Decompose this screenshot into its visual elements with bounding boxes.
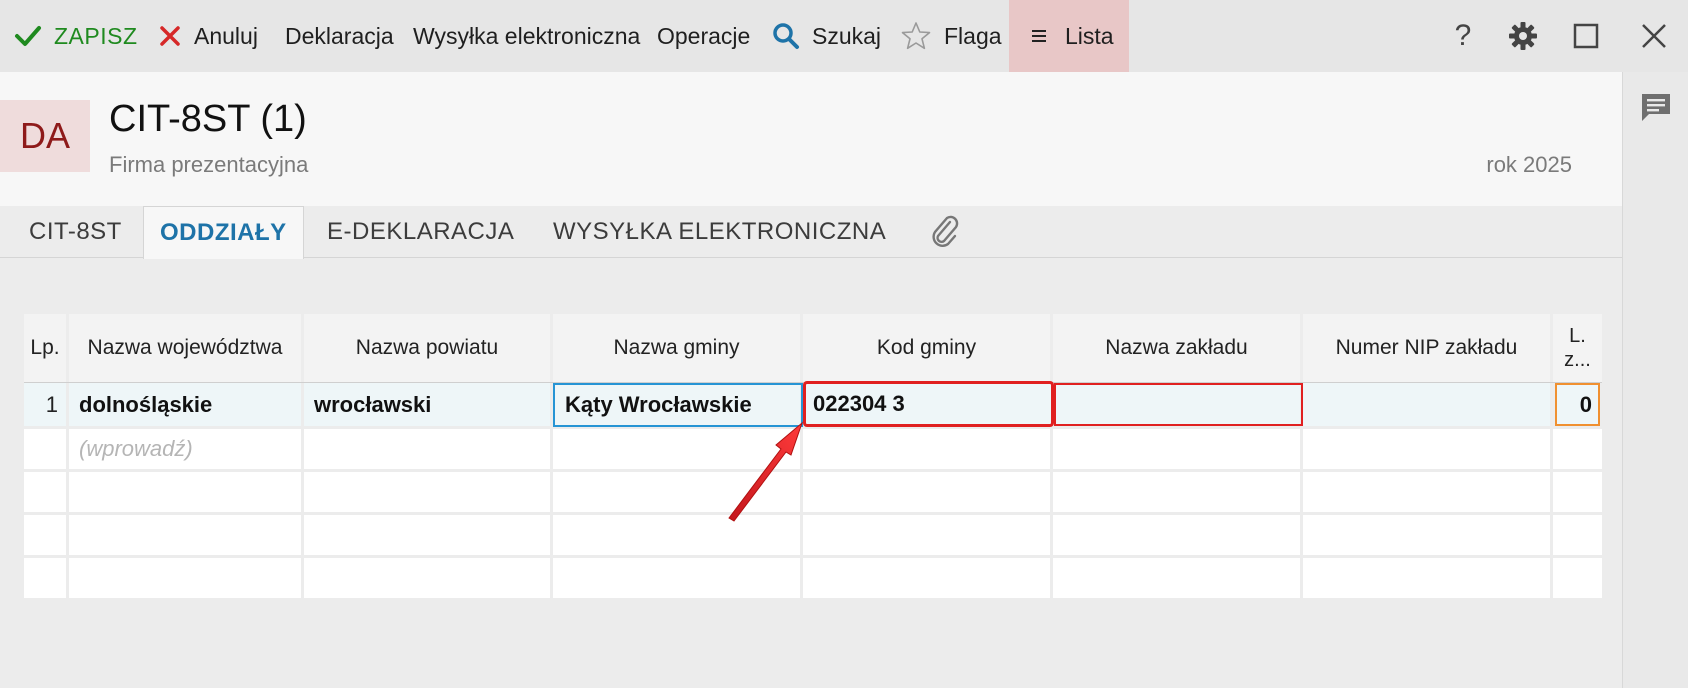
empty-cell	[1303, 515, 1553, 555]
new-row-cell[interactable]	[304, 429, 553, 469]
company-name: Firma prezentacyjna	[109, 152, 309, 177]
column-header-employees[interactable]: L. z...	[1553, 314, 1602, 382]
county-value: wrocławski	[314, 391, 432, 417]
empty-cell	[553, 558, 803, 598]
cell-commune-code[interactable]: 022304 3	[803, 381, 1054, 427]
column-header-voivodeship[interactable]: Nazwa województwa	[69, 314, 304, 382]
list-label: Lista	[1065, 22, 1114, 49]
empty-cell	[553, 472, 803, 512]
empty-cell	[1553, 515, 1602, 555]
cell-voivodeship[interactable]: dolnośląskie	[69, 383, 304, 426]
cancel-label: Anuluj	[194, 22, 258, 49]
tab-e-deklaracja[interactable]: E-DEKLARACJA	[327, 206, 514, 258]
empty-cell	[1553, 472, 1602, 512]
save-label: ZAPISZ	[54, 22, 138, 49]
empty-cell	[803, 515, 1053, 555]
comments-button[interactable]	[1639, 90, 1673, 124]
cell-commune[interactable]: Kąty Wrocławskie	[553, 383, 803, 427]
maximize-icon	[1573, 23, 1599, 49]
year-label: rok 2025	[1486, 152, 1572, 177]
commune-code-value: 022304 3	[813, 391, 905, 416]
empty-cell	[1303, 558, 1553, 598]
settings-button[interactable]	[1503, 0, 1543, 72]
new-row-input[interactable]: (wprowadź)	[69, 429, 304, 469]
cancel-button[interactable]: Anuluj	[158, 0, 258, 72]
e-send-menu[interactable]: Wysyłka elektroniczna	[413, 0, 640, 72]
new-row-placeholder: (wprowadź)	[79, 436, 193, 461]
new-row-cell[interactable]	[1053, 429, 1303, 469]
empty-cell	[803, 472, 1053, 512]
new-row-cell[interactable]	[1303, 429, 1553, 469]
empty-cell	[304, 472, 553, 512]
cell-plant-name[interactable]	[1054, 383, 1303, 426]
tab-cit-8st[interactable]: CIT-8ST	[29, 206, 122, 258]
attachment-button[interactable]	[928, 214, 964, 250]
employees-value: 0	[1579, 391, 1592, 417]
commune-value: Kąty Wrocławskie	[565, 392, 752, 417]
cell-plant-nip[interactable]	[1303, 383, 1553, 426]
paperclip-icon	[932, 215, 959, 247]
empty-cell	[803, 558, 1053, 598]
new-row-cell[interactable]	[803, 429, 1053, 469]
empty-cell	[1053, 472, 1303, 512]
column-header-lp[interactable]: Lp.	[24, 314, 69, 382]
search-label: Szukaj	[812, 22, 882, 49]
comment-icon	[1642, 94, 1670, 121]
help-button[interactable]: ?	[1443, 0, 1483, 72]
close-icon	[1642, 24, 1666, 48]
close-x-icon	[158, 24, 182, 48]
voivodeship-value: dolnośląskie	[79, 391, 213, 417]
empty-cell	[69, 472, 304, 512]
check-icon	[14, 24, 42, 48]
new-row-cell[interactable]	[553, 429, 803, 469]
column-header-commune[interactable]: Nazwa gminy	[553, 314, 803, 382]
page-title: CIT-8ST (1)	[109, 98, 307, 140]
star-icon	[900, 20, 932, 52]
save-button[interactable]: ZAPISZ	[14, 0, 138, 72]
empty-cell	[69, 515, 304, 555]
list-button[interactable]: Lista	[1009, 0, 1129, 72]
empty-cell	[304, 515, 553, 555]
maximize-button[interactable]	[1566, 0, 1606, 72]
empty-cell	[553, 515, 803, 555]
empty-cell	[1053, 558, 1303, 598]
help-icon: ?	[1454, 19, 1472, 52]
column-header-commune-code[interactable]: Kod gminy	[803, 314, 1053, 382]
new-row-lp[interactable]	[24, 429, 69, 469]
document-header: DA CIT-8ST (1) Firma prezentacyjna rok 2…	[0, 72, 1622, 206]
cell-lp[interactable]: 1	[24, 383, 69, 426]
gear-icon	[1509, 22, 1537, 50]
empty-cell	[69, 558, 304, 598]
column-header-plant-name[interactable]: Nazwa zakładu	[1053, 314, 1303, 382]
empty-cell	[24, 472, 69, 512]
cell-county[interactable]: wrocławski	[304, 383, 553, 426]
cell-employees[interactable]: 0	[1555, 383, 1600, 426]
search-button[interactable]: Szukaj	[772, 0, 881, 72]
side-panel	[1622, 72, 1688, 688]
flag-button[interactable]: Flaga	[900, 0, 1002, 72]
toolbar: ZAPISZ Anuluj Deklaracja Wysyłka elektro…	[0, 0, 1688, 72]
tab-wysylka-elektroniczna[interactable]: WYSYŁKA ELEKTRONICZNA	[553, 206, 886, 258]
flag-label: Flaga	[944, 22, 1002, 49]
empty-cell	[1303, 472, 1553, 512]
new-row-cell[interactable]	[1553, 429, 1602, 469]
column-header-plant-nip[interactable]: Numer NIP zakładu	[1303, 314, 1553, 382]
close-button[interactable]	[1634, 0, 1674, 72]
document-type-badge: DA	[0, 100, 90, 172]
tab-bar: CIT-8ST ODDZIAŁY E-DEKLARACJA WYSYŁKA EL…	[0, 206, 1622, 259]
operations-menu[interactable]: Operacje	[657, 0, 750, 72]
branches-table: Lp. Nazwa województwa Nazwa powiatu Nazw…	[24, 314, 1602, 598]
empty-cell	[1053, 515, 1303, 555]
empty-cell	[1553, 558, 1602, 598]
column-header-county[interactable]: Nazwa powiatu	[304, 314, 553, 382]
declaration-menu[interactable]: Deklaracja	[285, 0, 394, 72]
empty-cell	[24, 558, 69, 598]
search-icon	[772, 22, 800, 50]
tab-oddzialy[interactable]: ODDZIAŁY	[143, 206, 304, 259]
empty-cell	[304, 558, 553, 598]
hamburger-icon	[1031, 28, 1047, 44]
empty-cell	[24, 515, 69, 555]
